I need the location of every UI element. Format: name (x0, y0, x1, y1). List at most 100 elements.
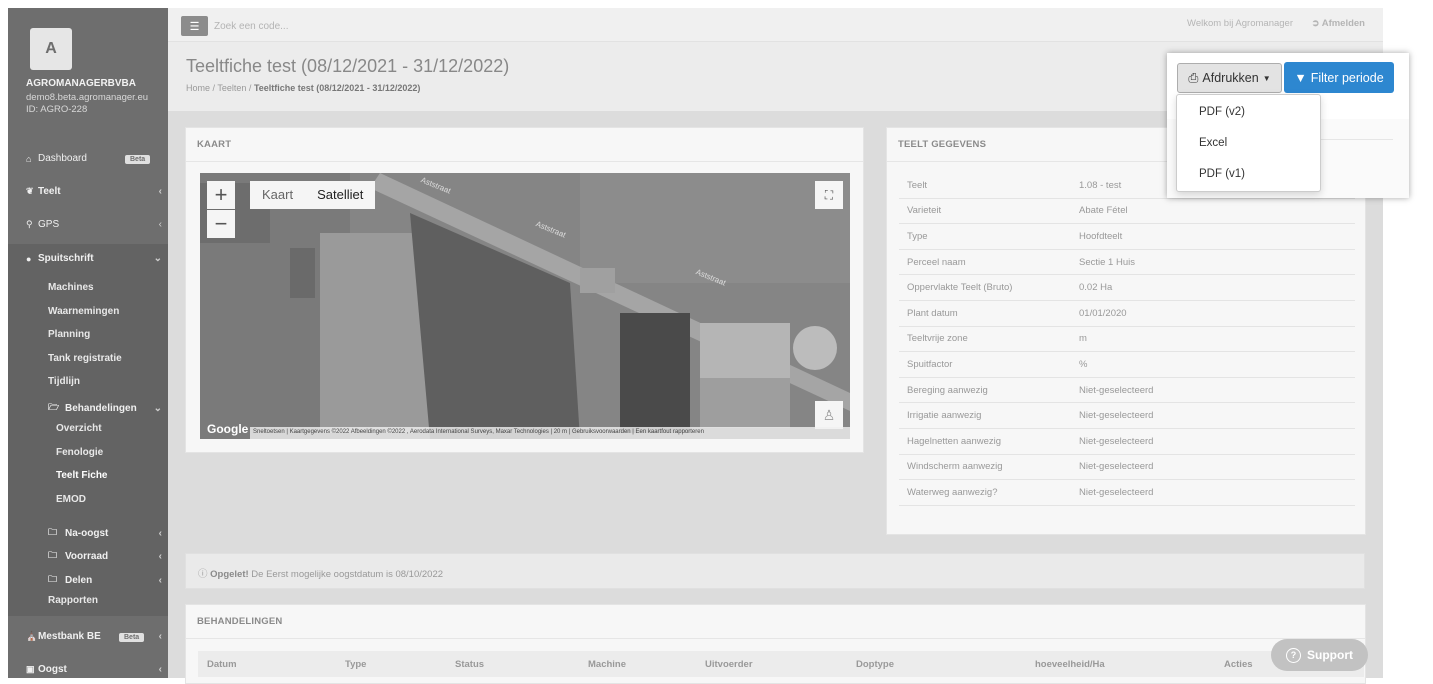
info-value: 01/01/2020 (1079, 307, 1127, 319)
info-row: Oppervlakte Teelt (Bruto) 0.02 Ha (899, 275, 1355, 301)
info-row: Irrigatie aanwezig Niet-geselecteerd (899, 403, 1355, 429)
welcome-text: Welkom bij Agromanager (1187, 18, 1293, 29)
beta-badge: Beta (119, 633, 145, 642)
sidebar-item-oogst[interactable]: ▣ Oogst ‹ (26, 664, 162, 675)
filter-period-button[interactable]: ▼ Filter periode (1284, 62, 1394, 93)
sign-out-icon: ➲ (1311, 18, 1322, 29)
info-row: Plant datum 01/01/2020 (899, 301, 1355, 327)
info-row: Hagelnetten aanwezig Niet-geselecteerd (899, 429, 1355, 455)
chevron-down-icon: ⌄ (153, 253, 162, 264)
chevron-left-icon: ‹ (158, 631, 162, 642)
code-search-input[interactable] (214, 16, 514, 36)
map-marker-icon: ⚲ (26, 219, 33, 229)
behandelingen-table-header: Datum Type Status Machine Uitvoerder Dop… (198, 651, 1364, 677)
folder-icon: 🗀 (48, 527, 58, 537)
info-row: Teeltvrije zone m (899, 327, 1355, 353)
sidebar-item-label: Oogst (38, 664, 67, 675)
fullscreen-button[interactable]: ⛶ (815, 181, 843, 209)
print-dropdown-button[interactable]: ⎙ Afdrukken ▼ (1177, 63, 1282, 93)
org-id: ID: AGRO-228 (26, 104, 88, 115)
zoom-in-button[interactable]: + (207, 181, 235, 209)
info-value: Niet-geselecteerd (1079, 410, 1154, 422)
info-row: Varieteit Abate Fétel (899, 199, 1355, 225)
sidebar-item-waarnemingen[interactable]: Waarnemingen (48, 306, 119, 317)
chevron-left-icon: ‹ (158, 186, 162, 197)
logout-label: Afmelden (1321, 18, 1365, 29)
zoom-out-button[interactable]: − (207, 210, 235, 238)
sidebar-item-delen[interactable]: 🗀 Delen ‹ (48, 572, 162, 588)
folder-icon: 🗀 (48, 550, 58, 560)
sidebar-item-rapporten[interactable]: Rapporten (48, 595, 98, 606)
info-value: Abate Fétel (1079, 205, 1128, 217)
sidebar-item-tank-registratie[interactable]: Tank registratie (48, 353, 122, 364)
column-header[interactable]: Machine (588, 659, 626, 670)
breadcrumb-home[interactable]: Home (186, 83, 210, 93)
question-icon: ? (1286, 647, 1301, 663)
printer-icon: ⎙ (1188, 70, 1199, 85)
info-label: Irrigatie aanwezig (907, 410, 982, 422)
sidebar-item-machines[interactable]: Machines (48, 282, 94, 293)
chevron-left-icon: ‹ (158, 664, 162, 675)
menu-item-pdf-v2[interactable]: PDF (v2) (1199, 106, 1245, 118)
info-label: Perceel naam (907, 256, 966, 268)
sidebar-item-label: Na-oogst (65, 527, 109, 539)
drop-icon: ● (26, 253, 32, 264)
breadcrumb-teelten[interactable]: Teelten (217, 83, 246, 93)
info-value: Niet-geselecteerd (1079, 384, 1154, 396)
menu-item-excel[interactable]: Excel (1199, 137, 1227, 149)
streetview-pegman-button[interactable]: ♙ (815, 401, 843, 429)
sidebar-item-fenologie[interactable]: Fenologie (56, 447, 103, 458)
satellite-map[interactable]: + − Kaart Satelliet Aststraat Aststraat … (200, 173, 850, 439)
column-header[interactable]: Doptype (856, 659, 894, 670)
sidebar-item-teelt[interactable]: ❦ Teelt ‹ (26, 186, 162, 197)
sidebar-item-voorraad[interactable]: 🗀 Voorraad ‹ (48, 548, 162, 564)
sidebar-item-overzicht[interactable]: Overzicht (56, 423, 102, 434)
sidebar-item-label: Spuitschrift (38, 253, 94, 264)
column-header[interactable]: Status (455, 659, 484, 670)
sidebar-item-tijdlijn[interactable]: Tijdlijn (48, 376, 80, 387)
sidebar-item-label: GPS (38, 219, 60, 230)
filter-label: Filter periode (1310, 70, 1384, 85)
sidebar-item-teelt-fiche[interactable]: Teelt Fiche (56, 470, 108, 481)
column-header[interactable]: hoeveelheid/Ha (1035, 659, 1105, 670)
info-label: Hagelnetten aanwezig (907, 435, 1002, 447)
divider (1321, 139, 1393, 140)
folder-open-icon: 🗁 (48, 402, 60, 412)
sidebar-item-planning[interactable]: Planning (48, 329, 90, 340)
map-type-map-button[interactable]: Kaart (250, 181, 305, 209)
logout-link[interactable]: ➲ Afmelden (1311, 18, 1365, 29)
map-panel: KAART + − Kaart Satelliet Aststraat Asts… (185, 127, 864, 453)
teelt-info-table: Teelt 1.08 - test Varieteit Abate Fétel Type… (899, 173, 1355, 506)
leaf-icon: ❦ (26, 186, 34, 196)
column-header[interactable]: Datum (207, 659, 237, 670)
info-row: Perceel naam Sectie 1 Huis (899, 250, 1355, 276)
info-value: % (1079, 358, 1088, 370)
map-type-satellite-button[interactable]: Satelliet (305, 181, 375, 209)
info-label: Oppervlakte Teelt (Bruto) (907, 282, 1013, 294)
chevron-left-icon: ‹ (158, 527, 162, 539)
menu-toggle-button[interactable]: ☰ (181, 16, 208, 36)
sidebar-item-behandelingen[interactable]: 🗁 Behandelingen ⌄ (48, 400, 162, 416)
info-label: Waterweg aanwezig? (907, 486, 998, 498)
column-header[interactable]: Type (345, 659, 366, 670)
info-row: Bereging aanwezig Niet-geselecteerd (899, 378, 1355, 404)
caret-down-icon: ▼ (1262, 73, 1271, 83)
menu-item-pdf-v1[interactable]: PDF (v1) (1199, 168, 1245, 180)
sidebar-item-spuitschrift[interactable]: ● Spuitschrift ⌄ (26, 253, 162, 264)
minus-icon: − (214, 211, 228, 236)
alert-text: De Eerst mogelijke oogstdatum is 08/10/2… (248, 569, 444, 580)
sidebar-item-emod[interactable]: EMOD (56, 494, 86, 505)
info-icon: ⓘ (198, 569, 211, 580)
sidebar-item-gps[interactable]: ⚲ GPS ‹ (26, 219, 162, 230)
chevron-left-icon: ‹ (158, 550, 162, 562)
support-button[interactable]: ? Support (1271, 639, 1368, 671)
column-header[interactable]: Acties (1224, 659, 1253, 670)
org-name: AGROMANAGERBVBA (26, 78, 136, 89)
chevron-left-icon: ‹ (158, 219, 162, 230)
sidebar-item-na-oogst[interactable]: 🗀 Na-oogst ‹ (48, 525, 162, 541)
org-logo: A (30, 28, 72, 70)
column-header[interactable]: Uitvoerder (705, 659, 753, 670)
sidebar-item-label: Teelt (38, 186, 61, 197)
info-value: Niet-geselecteerd (1079, 435, 1154, 447)
info-label: Type (907, 230, 928, 242)
